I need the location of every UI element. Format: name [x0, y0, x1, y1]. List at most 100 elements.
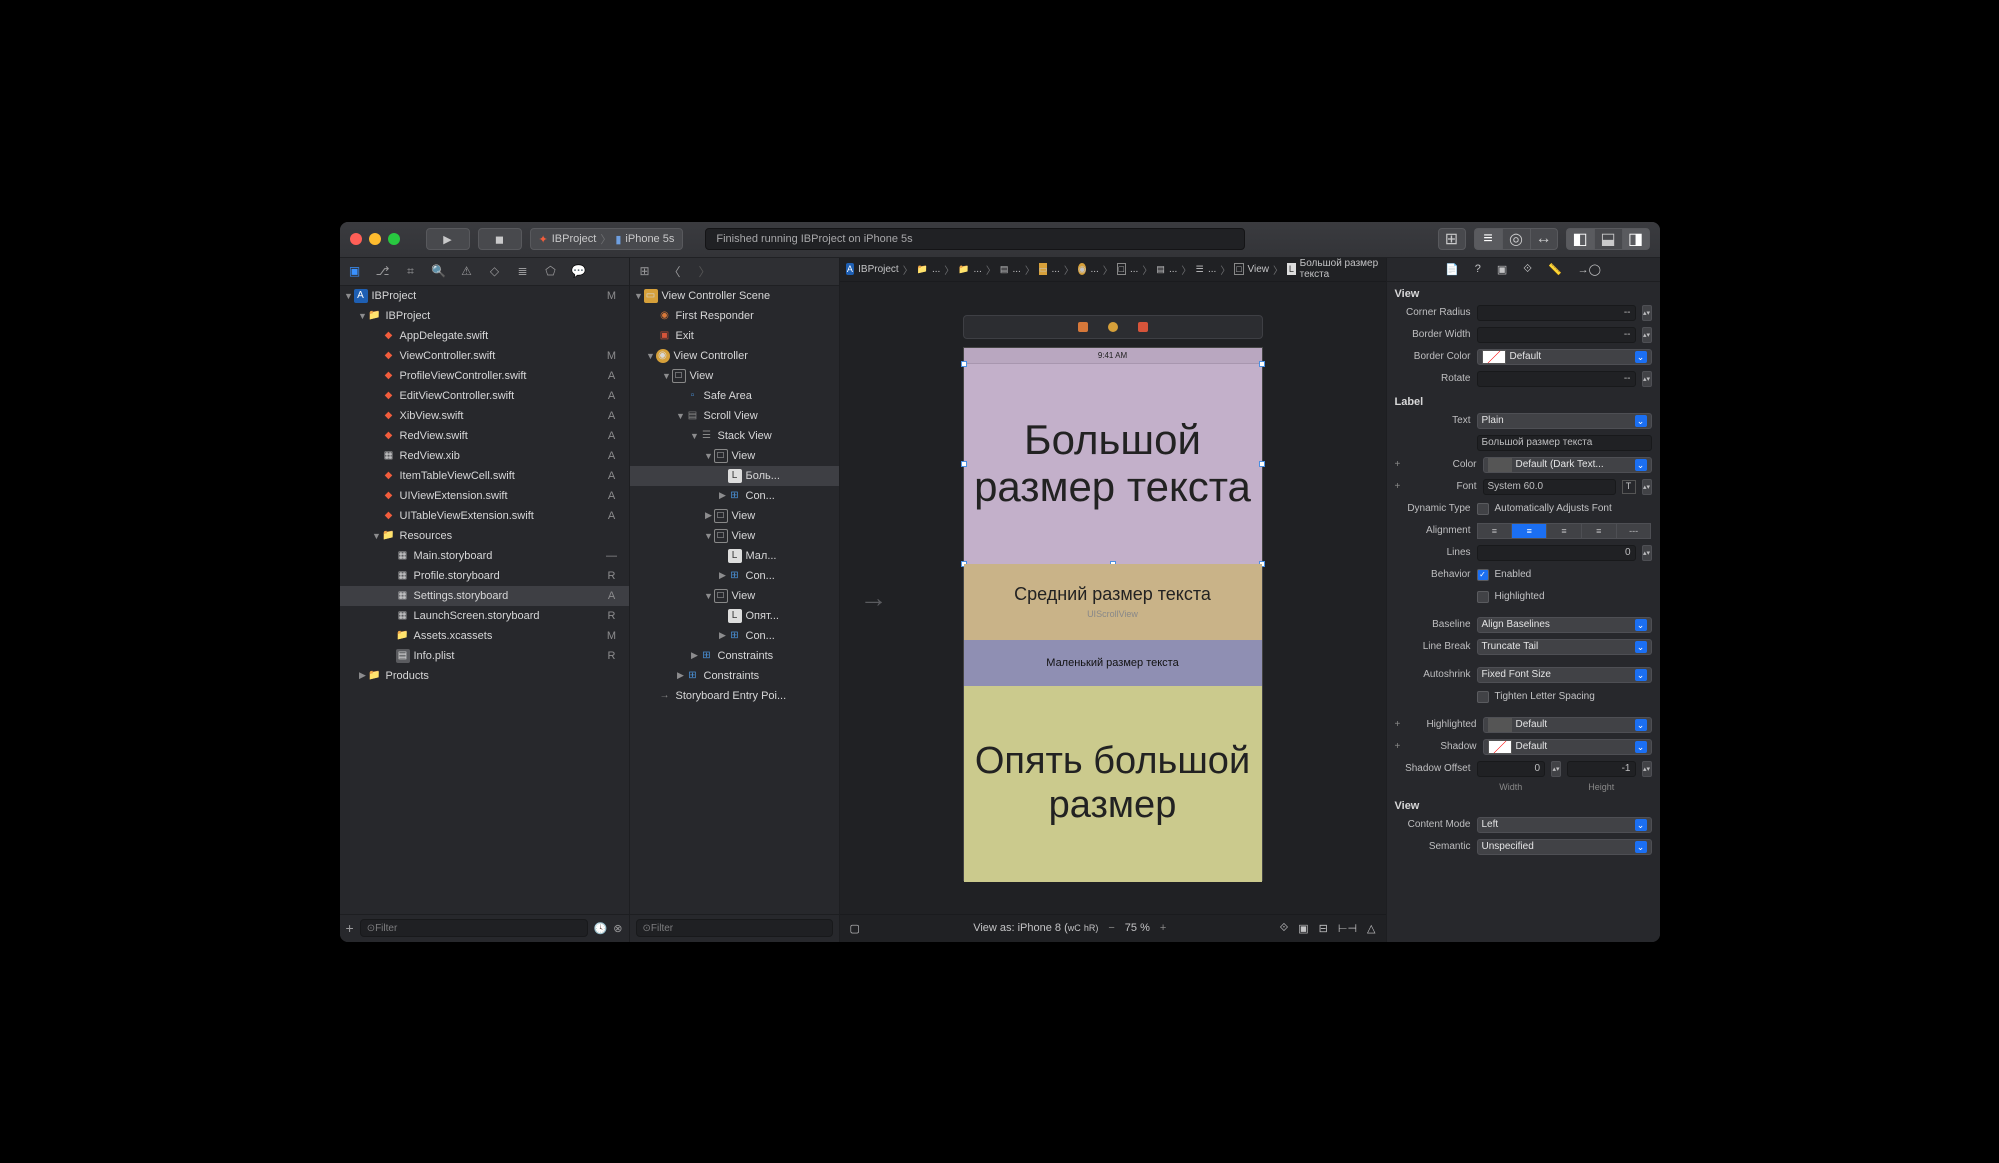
file-item[interactable]: 📁Assets.xcassetsM: [340, 626, 629, 646]
text-type-select[interactable]: Plain: [1477, 413, 1652, 429]
help-inspector-tab[interactable]: ?: [1475, 263, 1481, 275]
enabled-checkbox[interactable]: ✓: [1477, 569, 1489, 581]
file-item-selected[interactable]: ▦Settings.storyboardA: [340, 586, 629, 606]
file-tree[interactable]: ▼A IBProject M ▼📁 IBProject ◆AppDelegate…: [340, 286, 629, 914]
file-item[interactable]: ◆ProfileViewController.swiftA: [340, 366, 629, 386]
debug-nav-tab[interactable]: ≣: [514, 262, 532, 280]
highlighted-color-select[interactable]: Default: [1483, 717, 1652, 733]
file-item[interactable]: ◆RedView.swiftA: [340, 426, 629, 446]
view-item[interactable]: ▶□View: [630, 506, 839, 526]
stepper[interactable]: ▴▾: [1642, 545, 1652, 561]
outline-grid-icon[interactable]: ⊞: [636, 262, 654, 280]
label-panel-big[interactable]: Большой размер текста: [964, 364, 1262, 564]
library-button[interactable]: ⊞: [1438, 228, 1466, 250]
toggle-inspector-button[interactable]: ◨: [1622, 228, 1650, 250]
lines-input[interactable]: 0: [1477, 545, 1636, 561]
view-as-label[interactable]: View as: iPhone 8 (wC hR): [973, 922, 1098, 934]
add-button[interactable]: +: [346, 920, 354, 936]
stepper[interactable]: ▴▾: [1642, 479, 1652, 495]
back-button[interactable]: 〈: [666, 262, 684, 280]
file-item[interactable]: ▦LaunchScreen.storyboardR: [340, 606, 629, 626]
stop-button[interactable]: ◼: [478, 228, 522, 250]
clock-icon[interactable]: 🕓: [594, 922, 608, 935]
add-variation-button[interactable]: +: [1395, 719, 1405, 730]
products-folder[interactable]: ▶📁Products: [340, 666, 629, 686]
report-nav-tab[interactable]: 💬: [570, 262, 588, 280]
text-value-input[interactable]: Большой размер текста: [1477, 435, 1652, 451]
shadow-color-select[interactable]: Default: [1483, 739, 1652, 755]
file-item[interactable]: ◆UITableViewExtension.swiftA: [340, 506, 629, 526]
canvas[interactable]: → 9:41 AM Большой размер текста: [840, 282, 1386, 914]
device-preview[interactable]: 9:41 AM Большой размер текста: [963, 347, 1263, 881]
zoom-level[interactable]: 75 %: [1125, 922, 1150, 934]
add-variation-button[interactable]: +: [1395, 459, 1405, 470]
constraints-item[interactable]: ▶⊞Con...: [630, 566, 839, 586]
exit-item[interactable]: ▣Exit: [630, 326, 839, 346]
view-controller-item[interactable]: ▼◉View Controller: [630, 346, 839, 366]
first-responder-dock-icon[interactable]: [1078, 322, 1088, 332]
dynamic-type-checkbox[interactable]: [1477, 503, 1489, 515]
jump-bar[interactable]: AIBProject〉 📁...〉 📁...〉 ▤...〉 ▭...〉 ◉...…: [840, 258, 1386, 282]
label-panel-small[interactable]: Маленький размер текста: [964, 640, 1262, 686]
file-item[interactable]: ◆ItemTableViewCell.swiftA: [340, 466, 629, 486]
group-folder[interactable]: ▼📁 IBProject: [340, 306, 629, 326]
view-item[interactable]: ▼□View: [630, 446, 839, 466]
stepper[interactable]: ▴▾: [1642, 327, 1652, 343]
project-root[interactable]: ▼A IBProject M: [340, 286, 629, 306]
autoshrink-select[interactable]: Fixed Font Size: [1477, 667, 1652, 683]
exit-dock-icon[interactable]: [1138, 322, 1148, 332]
zoom-icon[interactable]: [388, 233, 400, 245]
outline-tree[interactable]: ▼▭View Controller Scene ◉First Responder…: [630, 286, 839, 914]
font-input[interactable]: System 60.0: [1483, 479, 1616, 495]
scene-item[interactable]: ▼▭View Controller Scene: [630, 286, 839, 306]
stepper[interactable]: ▴▾: [1642, 761, 1652, 777]
constraints-item[interactable]: ▶⊞Constraints: [630, 666, 839, 686]
stepper[interactable]: ▴▾: [1642, 371, 1652, 387]
view-controller-dock-icon[interactable]: [1108, 322, 1118, 332]
scroll-view-item[interactable]: ▼▤Scroll View: [630, 406, 839, 426]
align-button[interactable]: ⟐: [1280, 922, 1289, 935]
view-item[interactable]: ▼□View: [630, 366, 839, 386]
highlighted-checkbox[interactable]: [1477, 591, 1489, 603]
version-editor-button[interactable]: ↔: [1530, 228, 1558, 250]
align-right-button[interactable]: ≡: [1546, 523, 1581, 539]
filter-input[interactable]: ⊙ Filter: [360, 919, 588, 937]
standard-editor-button[interactable]: ≡: [1474, 228, 1502, 250]
resize-handle[interactable]: [1259, 461, 1265, 467]
color-select[interactable]: Default (Dark Text...: [1483, 457, 1652, 473]
file-item[interactable]: ▦Main.storyboard—: [340, 546, 629, 566]
constraints-item[interactable]: ▶⊞Constraints: [630, 646, 839, 666]
minimize-icon[interactable]: [369, 233, 381, 245]
resolve-constraints-button[interactable]: △: [1367, 922, 1375, 935]
scene-dock[interactable]: [963, 315, 1263, 339]
linebreak-select[interactable]: Truncate Tail: [1477, 639, 1652, 655]
shadow-height-input[interactable]: -1: [1567, 761, 1636, 777]
content-mode-select[interactable]: Left: [1477, 817, 1652, 833]
symbol-nav-tab[interactable]: ⌗: [402, 262, 420, 280]
file-item[interactable]: ◆AppDelegate.swift: [340, 326, 629, 346]
border-width-input[interactable]: --: [1477, 327, 1636, 343]
border-color-select[interactable]: Default: [1477, 349, 1652, 365]
font-picker-button[interactable]: T: [1622, 480, 1636, 494]
file-item[interactable]: ▤Info.plistR: [340, 646, 629, 666]
identity-inspector-tab[interactable]: ▣: [1497, 263, 1507, 276]
baseline-select[interactable]: Align Baselines: [1477, 617, 1652, 633]
project-nav-tab[interactable]: ▣: [346, 262, 364, 280]
align-constraints-button[interactable]: ⊟: [1319, 922, 1328, 935]
stepper[interactable]: ▴▾: [1551, 761, 1561, 777]
tighten-checkbox[interactable]: [1477, 691, 1489, 703]
scheme-selector[interactable]: ✦ IBProject 〉 ▮ iPhone 5s: [530, 228, 684, 250]
constraints-item[interactable]: ▶⊞Con...: [630, 486, 839, 506]
test-nav-tab[interactable]: ◇: [486, 262, 504, 280]
file-item[interactable]: ◆UIViewExtension.swiftA: [340, 486, 629, 506]
resize-handle[interactable]: [961, 461, 967, 467]
zoom-in-button[interactable]: +: [1160, 922, 1166, 934]
semantic-select[interactable]: Unspecified: [1477, 839, 1652, 855]
zoom-out-button[interactable]: −: [1108, 922, 1114, 934]
view-item[interactable]: ▼□View: [630, 526, 839, 546]
attributes-inspector-tab[interactable]: ⟐: [1523, 263, 1532, 276]
close-icon[interactable]: [350, 233, 362, 245]
connections-inspector-tab[interactable]: →◯: [1578, 263, 1601, 276]
safe-area-item[interactable]: ▫Safe Area: [630, 386, 839, 406]
resources-folder[interactable]: ▼📁Resources: [340, 526, 629, 546]
